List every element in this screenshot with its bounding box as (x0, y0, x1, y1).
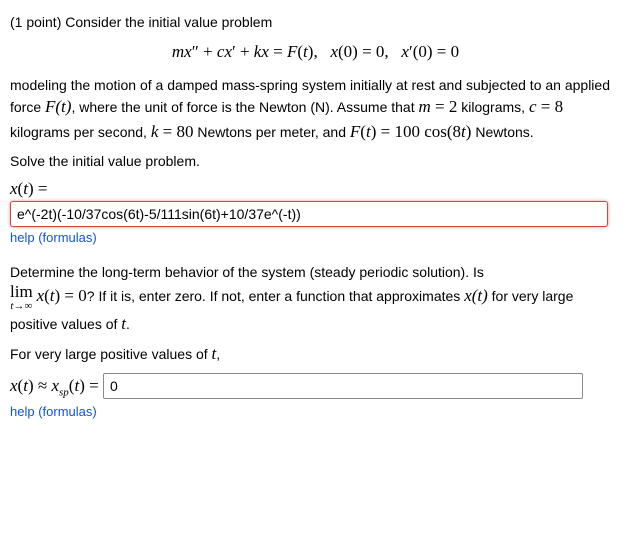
intro-text: Consider the initial value problem (65, 14, 272, 30)
body-seg2: , where the unit of force is the Newton … (71, 99, 418, 115)
Ft-inline: F(t) (45, 97, 71, 116)
xsp-label: x(t) ≈ xsp(t) = (10, 376, 103, 395)
lt-rest: ? If it is, enter zero. If not, enter a … (87, 288, 464, 304)
for-large-comma: , (216, 346, 220, 362)
lt-period: . (126, 316, 130, 332)
lt-intro: Determine the long-term behavior of the … (10, 264, 484, 280)
help-link-1[interactable]: help (formulas) (10, 230, 97, 245)
for-large-text: For very large positive values of (10, 346, 212, 362)
body-seg3: kilograms, (457, 99, 529, 115)
answer1-input[interactable] (10, 201, 608, 227)
help-link-2[interactable]: help (formulas) (10, 404, 97, 419)
k-eq: k = 80 (151, 122, 194, 141)
problem-intro: (1 point) Consider the initial value pro… (10, 12, 621, 32)
c-eq: c = 8 (529, 97, 563, 116)
Ft-eq: F(t) = 100 cos(8t) (350, 122, 472, 141)
body-seg5: Newtons per meter, and (193, 124, 349, 140)
main-equation: mx″ + cx′ + kx = F(t), x(0) = 0, x′(0) =… (10, 38, 621, 65)
lim-top: lim (10, 283, 33, 300)
xt-label: x(t) = (10, 179, 47, 198)
m-eq: m = 2 (419, 97, 458, 116)
answer1-row: x(t) = help (formulas) (10, 177, 621, 248)
long-term-block: Determine the long-term behavior of the … (10, 262, 621, 336)
points: (1 point) (10, 14, 65, 30)
limit-symbol: lim t→∞ (10, 283, 33, 312)
body-seg6: Newtons. (471, 124, 533, 140)
for-large-line: For very large positive values of t, (10, 342, 621, 367)
lim-expr: x(t) = 0 (37, 286, 87, 305)
answer2-input[interactable] (103, 373, 583, 399)
lim-bot: t→∞ (10, 301, 33, 312)
solve-prompt: Solve the initial value problem. (10, 151, 621, 171)
body-seg4: kilograms per second, (10, 124, 151, 140)
answer2-row: x(t) ≈ xsp(t) = help (formulas) (10, 373, 621, 422)
xt-inline2: x(t) (464, 286, 488, 305)
problem-body: modeling the motion of a damped mass-spr… (10, 75, 621, 145)
